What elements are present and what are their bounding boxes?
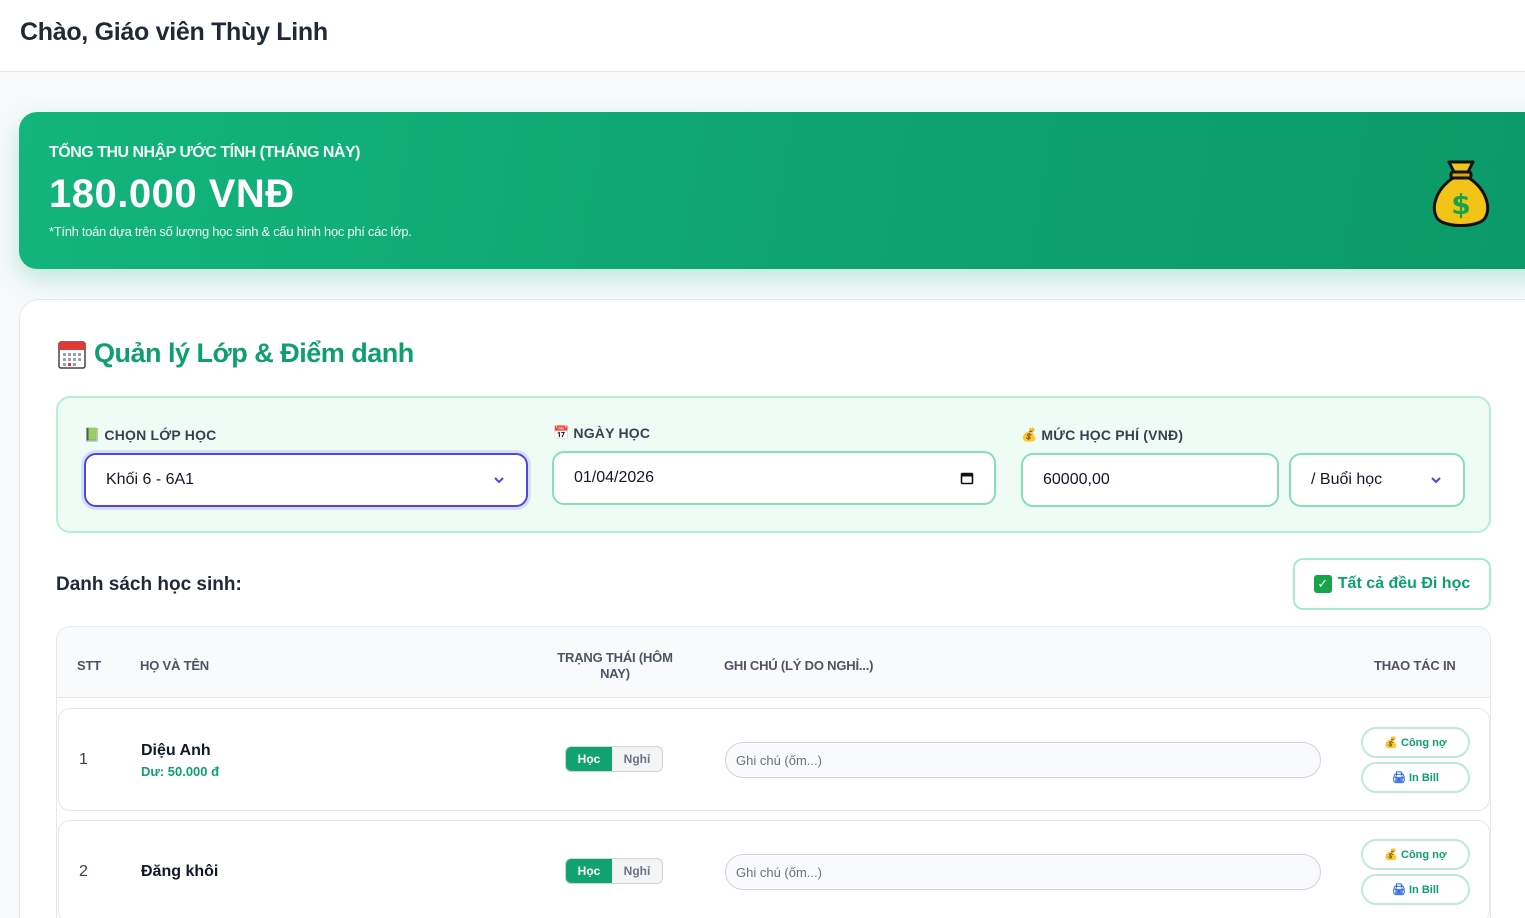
col-stt: STT xyxy=(77,658,101,673)
date-input[interactable]: 01/04/2026 xyxy=(552,451,996,505)
col-name: HỌ VÀ TÊN xyxy=(140,658,209,673)
class-select-label: 📗 CHỌN LỚP HỌC xyxy=(84,427,217,443)
present-option[interactable]: Học xyxy=(566,747,612,771)
student-name-cell: Diệu Anh Dư: 50.000 đ xyxy=(141,742,219,779)
debt-button[interactable]: 💰 Công nợ xyxy=(1361,839,1470,870)
student-name-cell: Đăng khôi xyxy=(141,863,218,881)
table-row: 1 Diệu Anh Dư: 50.000 đ Học Nghỉ Ghi chú… xyxy=(58,708,1490,811)
col-print: THAO TÁC IN xyxy=(1374,658,1456,673)
present-option[interactable]: Học xyxy=(566,859,612,883)
calendar-icon xyxy=(58,340,86,369)
date-icon: 📅 xyxy=(553,425,570,440)
filter-panel: 📗 CHỌN LỚP HỌC Khối 6 - 6A1 📅 NGÀY HỌC 0… xyxy=(56,396,1491,533)
student-name: Diệu Anh xyxy=(141,742,211,759)
class-select[interactable]: Khối 6 - 6A1 xyxy=(84,453,528,507)
income-note: *Tính toán dựa trên số lượng học sinh & … xyxy=(49,224,412,239)
debt-button[interactable]: 💰 Công nợ xyxy=(1361,727,1470,758)
section-title-text: Quản lý Lớp & Điểm danh xyxy=(94,338,414,368)
table-header: STT HỌ VÀ TÊN TRẠNG THÁI (HÔM NAY) GHI C… xyxy=(57,627,1490,698)
col-status: TRẠNG THÁI (HÔM NAY) xyxy=(557,650,673,681)
greeting-title: Chào, Giáo viên Thùy Linh xyxy=(20,18,328,46)
section-title: Quản lý Lớp & Điểm danh xyxy=(58,338,414,369)
attendance-toggle: Học Nghỉ xyxy=(565,746,663,772)
absent-option[interactable]: Nghỉ xyxy=(612,859,662,883)
class-management-card: Quản lý Lớp & Điểm danh 📗 CHỌN LỚP HỌC K… xyxy=(19,299,1525,918)
fee-label: 💰 MỨC HỌC PHÍ (VNĐ) xyxy=(1021,427,1184,443)
student-name: Đăng khôi xyxy=(141,863,219,880)
chevron-down-icon xyxy=(1431,477,1441,484)
income-amount: 180.000 VNĐ xyxy=(49,172,295,216)
absence-note-input[interactable]: Ghi chú (ốm...) xyxy=(725,854,1321,890)
date-label: 📅 NGÀY HỌC xyxy=(553,425,651,441)
money-bag-small-icon: 💰 xyxy=(1384,737,1398,749)
printer-icon: 🖨 xyxy=(1392,884,1406,896)
fee-input[interactable]: 60000,00 xyxy=(1021,453,1279,507)
income-label: TỔNG THU NHẬP ƯỚC TÍNH (THÁNG NÀY) xyxy=(49,144,360,161)
print-bill-button[interactable]: 🖨 In Bill xyxy=(1361,762,1470,793)
svg-text:$: $ xyxy=(1451,188,1470,221)
student-balance: Dư: 50.000 đ xyxy=(141,764,220,779)
calendar-picker-icon[interactable] xyxy=(960,471,974,485)
money-bag-small-icon: 💰 xyxy=(1021,427,1038,442)
absent-option[interactable]: Nghỉ xyxy=(612,747,662,771)
print-bill-button[interactable]: 🖨 In Bill xyxy=(1361,874,1470,905)
books-icon: 📗 xyxy=(84,427,101,442)
col-note: GHI CHÚ (LÝ DO NGHỈ...) xyxy=(724,658,874,673)
student-table: STT HỌ VÀ TÊN TRẠNG THÁI (HÔM NAY) GHI C… xyxy=(56,626,1491,918)
all-present-button[interactable]: ✓ Tất cả đều Đi học xyxy=(1293,558,1491,610)
fee-unit-select[interactable]: / Buổi học xyxy=(1289,453,1465,507)
table-row: 2 Đăng khôi Học Nghỉ Ghi chú (ốm...) 💰 C… xyxy=(58,820,1490,918)
row-stt: 1 xyxy=(79,751,88,768)
row-stt: 2 xyxy=(79,863,88,880)
income-banner: TỔNG THU NHẬP ƯỚC TÍNH (THÁNG NÀY) 180.0… xyxy=(19,112,1525,269)
money-bag-icon: $ xyxy=(1432,160,1490,227)
absence-note-input[interactable]: Ghi chú (ốm...) xyxy=(725,742,1321,778)
printer-icon: 🖨 xyxy=(1392,772,1406,784)
chevron-down-icon xyxy=(494,477,504,484)
checkbox-icon: ✓ xyxy=(1313,575,1332,593)
student-list-title: Danh sách học sinh: xyxy=(56,574,242,595)
attendance-toggle: Học Nghỉ xyxy=(565,858,663,884)
top-bar: Chào, Giáo viên Thùy Linh xyxy=(0,0,1525,72)
money-bag-small-icon: 💰 xyxy=(1384,849,1398,861)
